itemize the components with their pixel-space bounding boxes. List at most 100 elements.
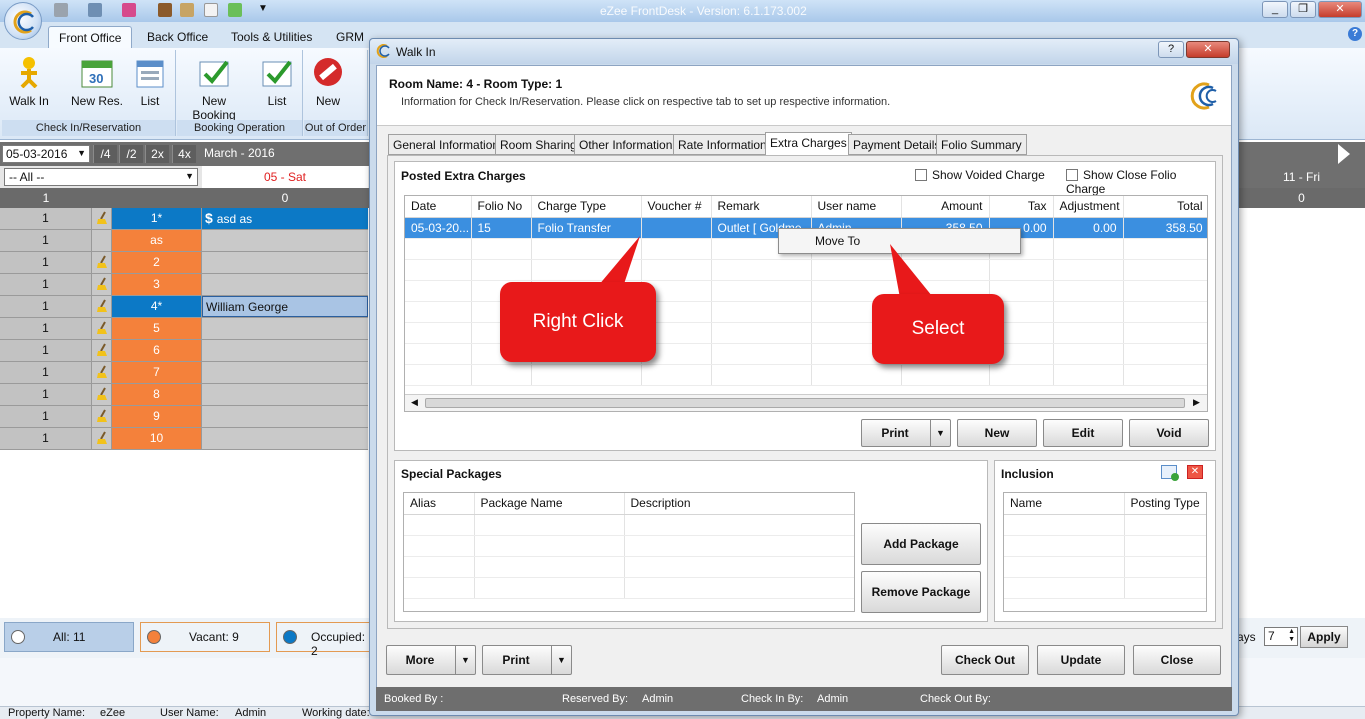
booking-cell[interactable]: $ asd as [202,208,368,229]
col-total[interactable]: Total [1123,196,1207,218]
booking-list-button[interactable]: List [257,56,297,108]
dropdown-arrow-icon[interactable]: ▼ [258,3,268,14]
col-folio-no[interactable]: Folio No [471,196,532,218]
tab-other-information[interactable]: Other Information [574,134,678,155]
room-row[interactable]: 18 [0,384,368,406]
room-row[interactable]: 12 [0,252,368,274]
col-adjustment[interactable]: Adjustment [1053,196,1124,218]
room-row[interactable]: 1 as [0,230,368,252]
col-user-name[interactable]: User name [811,196,902,218]
chevron-down-icon[interactable]: ▼ [77,148,86,158]
room-row[interactable]: 1 10 [0,428,368,450]
tab-tools-utilities[interactable]: Tools & Utilities [221,26,322,48]
close-window-button[interactable]: ✕ [1318,1,1362,18]
room-number[interactable]: 4* [112,296,202,317]
scrollbar-thumb[interactable] [425,398,1185,408]
room-number[interactable]: 6 [112,340,202,361]
room-row[interactable]: 1 1* $ asd as [0,208,368,230]
col-package-name[interactable]: Package Name [474,493,625,515]
zoom-quarter-button[interactable]: /4 [93,145,117,163]
walk-in-button[interactable]: Walk In [6,56,52,108]
tab-back-office[interactable]: Back Office [137,26,218,48]
date-picker[interactable]: 05-03-2016 ▼ [2,145,90,163]
minimize-button[interactable]: _ [1262,1,1288,18]
app-logo[interactable] [4,2,42,40]
monitor-icon[interactable] [88,3,102,17]
scroll-left-icon[interactable]: ◀ [411,397,418,408]
zoom-half-button[interactable]: /2 [119,145,143,163]
document-icon[interactable] [204,3,218,17]
tab-payment-details[interactable]: Payment Details [848,134,946,155]
room-row[interactable]: 17 [0,362,368,384]
tab-extra-charges[interactable]: Extra Charges [765,132,852,155]
show-close-folio-checkbox[interactable]: Show Close Folio Charge [1066,168,1215,196]
legend-all[interactable]: All: 11 [4,622,134,652]
room-number[interactable]: 2 [112,252,202,273]
room-number[interactable]: 9 [112,406,202,427]
room-type-filter[interactable]: -- All -- ▼ [4,168,198,186]
new-out-of-order-button[interactable]: New [308,56,348,108]
days-stepper[interactable]: 7 ▲ ▼ [1264,627,1298,646]
tab-room-sharing[interactable]: Room Sharing [495,134,582,155]
apply-button[interactable]: Apply [1300,626,1348,648]
maximize-button[interactable]: ❐ [1290,1,1316,18]
room-row[interactable]: 1 4* William George [0,296,368,318]
dialog-close-button[interactable]: ✕ [1186,41,1230,58]
tab-grm[interactable]: GRM [326,26,374,48]
room-number[interactable]: as [112,230,202,251]
add-inclusion-icon[interactable] [1161,465,1179,481]
room-row[interactable]: 15 [0,318,368,340]
dialog-help-button[interactable]: ? [1158,41,1184,58]
chevron-down-icon[interactable]: ▼ [930,420,950,446]
mail-icon[interactable] [122,3,136,17]
booking-cell[interactable] [202,428,368,449]
add-package-button[interactable]: Add Package [861,523,981,565]
room-row[interactable]: 13 [0,274,368,296]
tab-general-information[interactable]: General Information [388,134,505,155]
room-number[interactable]: 7 [112,362,202,383]
booking-cell[interactable] [202,252,368,273]
col-tax[interactable]: Tax [989,196,1054,218]
more-button[interactable]: More ▼ [386,645,476,675]
col-date[interactable]: Date [405,196,472,218]
check-out-button[interactable]: Check Out [941,645,1029,675]
menu-item-move-to[interactable]: Move To [815,234,860,248]
checklist-icon[interactable] [228,3,242,17]
remove-inclusion-icon[interactable]: ✕ [1187,465,1203,479]
booking-cell[interactable] [202,230,368,251]
void-charge-button[interactable]: Void [1129,419,1209,447]
zoom-2x-button[interactable]: 2x [145,145,169,163]
col-alias[interactable]: Alias [404,493,475,515]
col-name[interactable]: Name [1004,493,1125,515]
booking-cell[interactable]: William George [202,296,368,317]
reservation-list-button[interactable]: List [130,56,170,108]
room-row[interactable]: 19 [0,406,368,428]
legend-occupied[interactable]: Occupied: 2 [276,622,372,658]
legend-vacant[interactable]: Vacant: 9 [140,622,270,652]
booking-cell[interactable] [202,384,368,405]
booking-cell[interactable] [202,340,368,361]
room-number[interactable]: 1* [112,208,202,229]
close-button[interactable]: Close [1133,645,1221,675]
room-number[interactable]: 8 [112,384,202,405]
tab-rate-information[interactable]: Rate Information [673,134,772,155]
book-icon[interactable] [158,3,172,17]
update-button[interactable]: Update [1037,645,1125,675]
col-amount[interactable]: Amount [901,196,990,218]
booking-cell[interactable] [202,318,368,339]
help-icon[interactable]: ? [1348,27,1362,41]
booking-cell[interactable] [202,274,368,295]
col-voucher[interactable]: Voucher # [641,196,712,218]
booking-cell[interactable] [202,362,368,383]
chevron-down-icon[interactable]: ▼ [455,646,475,674]
zoom-4x-button[interactable]: 4x [172,145,196,163]
room-row[interactable]: 16 [0,340,368,362]
new-booking-button[interactable]: New Booking [181,56,247,122]
room-number[interactable]: 3 [112,274,202,295]
col-posting-type[interactable]: Posting Type [1124,493,1206,515]
edit-charge-button[interactable]: Edit [1043,419,1123,447]
col-description[interactable]: Description [624,493,854,515]
show-voided-checkbox[interactable]: Show Voided Charge [915,168,1045,182]
new-reservation-button[interactable]: 30 New Res. [68,56,126,108]
col-remark[interactable]: Remark [711,196,812,218]
